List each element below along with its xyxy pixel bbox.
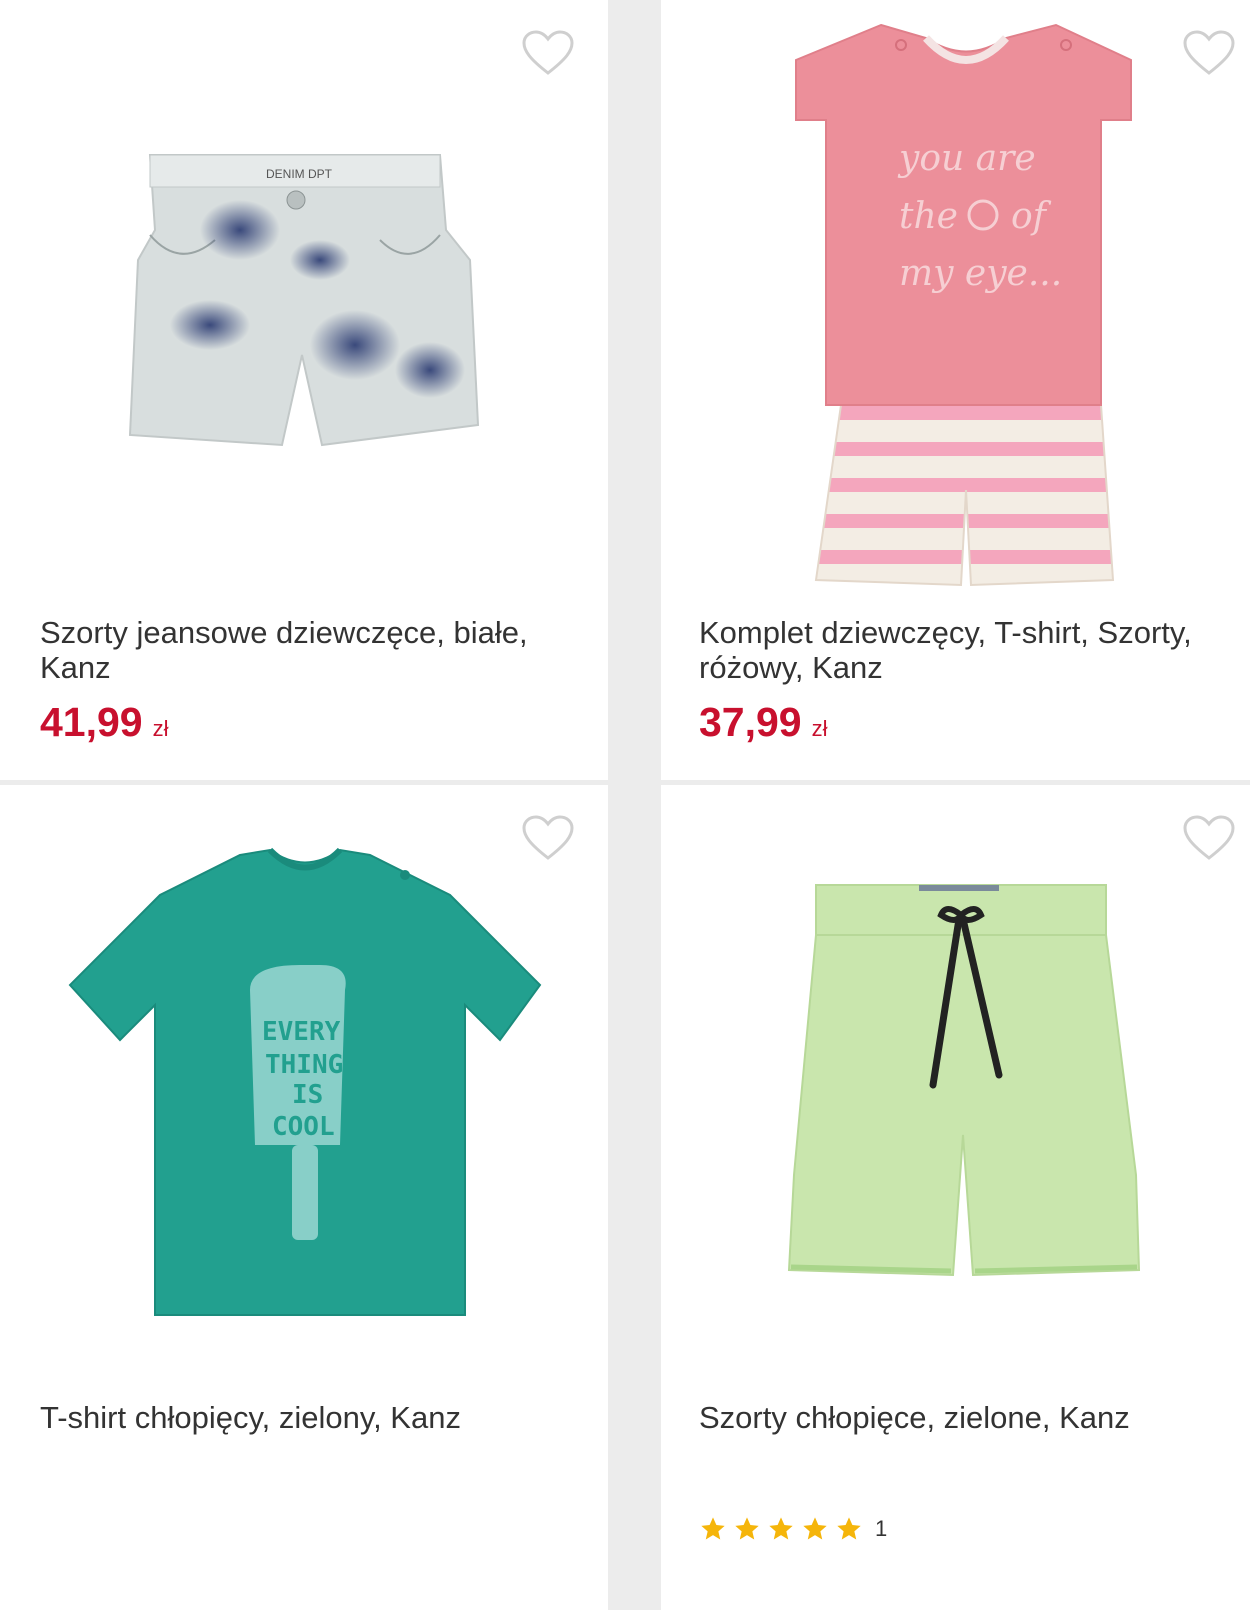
product-card[interactable]: DENIM DPT Szorty jeansowe dziewczęce, bi… bbox=[0, 0, 608, 780]
image-text-line: you are bbox=[897, 138, 1036, 179]
rating: 1 bbox=[699, 1515, 887, 1543]
image-text-line: of bbox=[1011, 196, 1052, 237]
star-icon bbox=[803, 1517, 827, 1540]
image-text-line: THING bbox=[265, 1050, 343, 1080]
star-icon bbox=[769, 1517, 793, 1540]
price-currency: zł bbox=[152, 716, 169, 741]
heart-outline-icon[interactable] bbox=[1183, 815, 1235, 861]
star-icon bbox=[837, 1517, 861, 1540]
image-text-line: COOL bbox=[272, 1112, 335, 1142]
product-title[interactable]: Komplet dziewczęcy, T-shirt, Szorty, róż… bbox=[699, 615, 1250, 685]
image-text-line: IS bbox=[292, 1080, 323, 1110]
product-image[interactable]: you are the of my eye... bbox=[661, 10, 1250, 590]
product-price: 37,99 zł bbox=[699, 700, 828, 751]
price-value: 37,99 bbox=[699, 699, 802, 745]
image-text-line: the bbox=[899, 196, 958, 237]
product-card[interactable]: you are the of my eye... Komplet dziewcz… bbox=[661, 0, 1250, 780]
product-card[interactable]: Szorty chłopięce, zielone, Kanz 1 bbox=[661, 785, 1250, 1610]
product-image[interactable]: EVERY- THING IS COOL bbox=[0, 845, 608, 1335]
product-title[interactable]: Szorty jeansowe dziewczęce, białe, Kanz bbox=[40, 615, 600, 685]
star-icon bbox=[701, 1517, 725, 1540]
price-currency: zł bbox=[811, 716, 828, 741]
image-text-line: my eye... bbox=[899, 253, 1062, 294]
product-card[interactable]: EVERY- THING IS COOL T-shirt chłopięcy, … bbox=[0, 785, 608, 1610]
product-title[interactable]: Szorty chłopięce, zielone, Kanz bbox=[699, 1400, 1250, 1435]
product-image[interactable]: DENIM DPT bbox=[0, 140, 608, 470]
product-price: 41,99 zł bbox=[40, 700, 169, 751]
image-text-line: EVERY- bbox=[262, 1017, 356, 1047]
product-image[interactable] bbox=[661, 875, 1250, 1305]
image-label: DENIM DPT bbox=[266, 167, 333, 181]
star-icon bbox=[735, 1517, 759, 1540]
product-title[interactable]: T-shirt chłopięcy, zielony, Kanz bbox=[40, 1400, 600, 1435]
rating-count: 1 bbox=[875, 1516, 888, 1541]
heart-outline-icon[interactable] bbox=[522, 30, 574, 76]
price-value: 41,99 bbox=[40, 699, 143, 745]
